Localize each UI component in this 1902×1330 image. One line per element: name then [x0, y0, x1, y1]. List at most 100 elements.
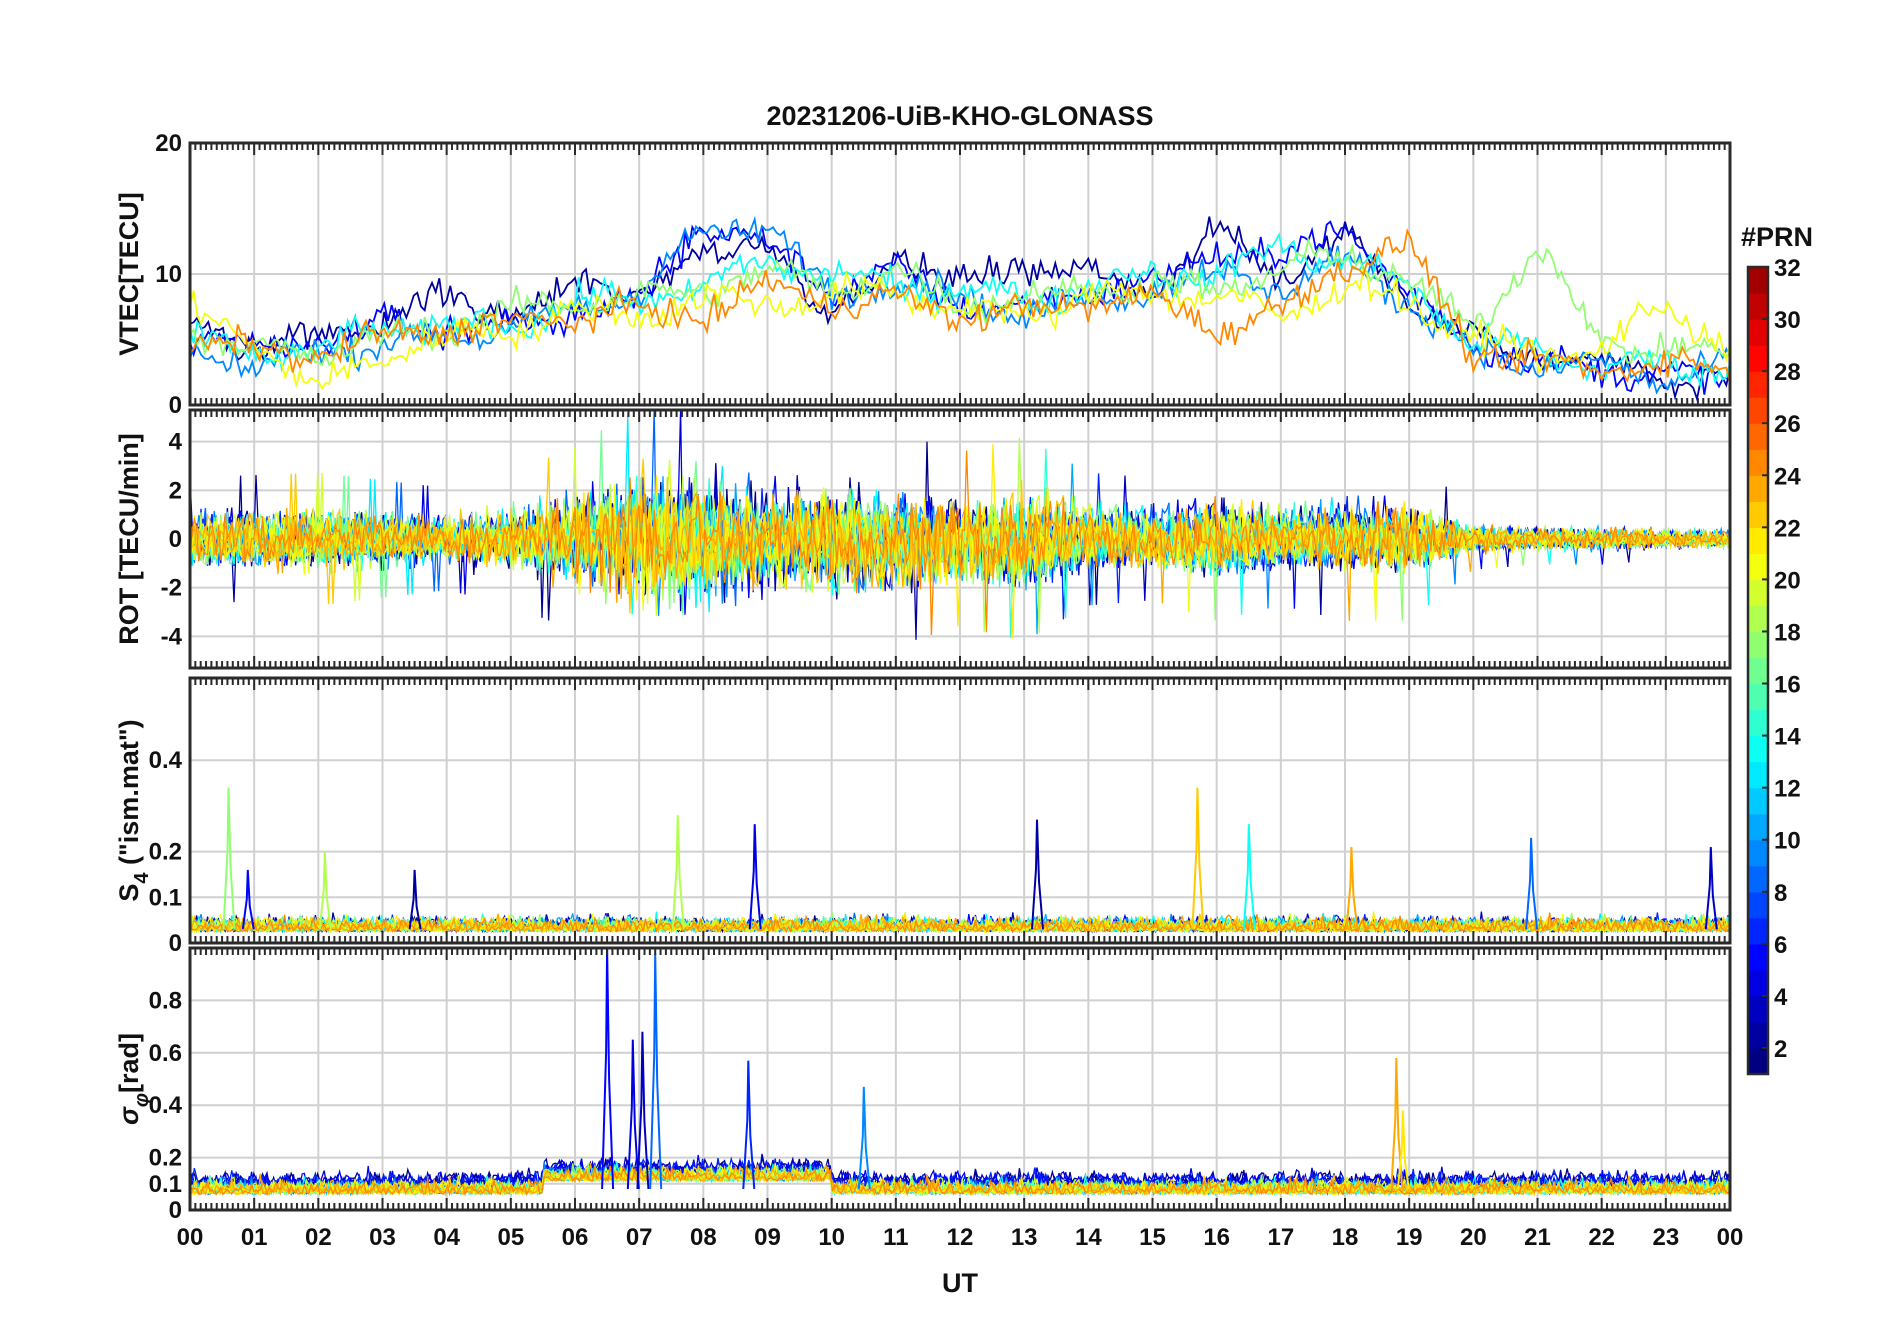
s4-spike [1031, 819, 1044, 930]
colorbar-segment [1748, 319, 1768, 346]
x-tick-label: 07 [626, 1224, 653, 1251]
x-tick-label: 17 [1267, 1224, 1294, 1251]
colorbar-tick-label: 30 [1774, 307, 1801, 334]
x-tick-labels: 00 01 02 03 04 05 06 07 08 09 10 11 12 13 14 15 16 17 18 19… [177, 1224, 1744, 1251]
colorbar-segment [1748, 839, 1768, 867]
x-tick-label: 02 [305, 1224, 332, 1251]
x-tick-label: 04 [433, 1224, 460, 1251]
y-tick-label: -2 [161, 575, 182, 602]
y-tick-label: 0 [169, 526, 182, 553]
x-tick-label: 05 [497, 1224, 524, 1251]
x-tick-label: 14 [1075, 1224, 1102, 1251]
colorbar-segment [1748, 553, 1768, 580]
x-tick-label: 20 [1460, 1224, 1487, 1251]
colorbar-segment [1748, 1047, 1768, 1075]
x-tick-label: 18 [1332, 1224, 1359, 1251]
y-tick-label: -4 [161, 623, 183, 650]
colorbar-tick-label: 8 [1774, 880, 1787, 907]
colorbar-segment [1748, 891, 1768, 919]
x-tick-label: 19 [1396, 1224, 1423, 1251]
colorbar-tick-label: 10 [1774, 828, 1801, 855]
s4-spike [671, 815, 685, 930]
colorbar-segment [1748, 501, 1768, 528]
colorbar-segment [1748, 943, 1768, 971]
colorbar-segment [1748, 709, 1768, 737]
y-tick-label: 4 [169, 429, 183, 456]
panel-rot: 4 2 0 -2 -4 ROT [TECU/min] [114, 408, 1732, 670]
colorbar-tick-label: 4 [1774, 984, 1788, 1011]
colorbar-tick-label: 26 [1774, 411, 1801, 438]
y-tick-label: 0 [169, 392, 182, 419]
colorbar-segment [1748, 787, 1768, 815]
x-tick-label: 11 [883, 1224, 908, 1251]
colorbar-segment [1748, 969, 1768, 997]
colorbar-segment [1748, 345, 1768, 372]
x-tick-label: 16 [1203, 1224, 1230, 1251]
colorbar-segment [1748, 683, 1768, 711]
x-tick-label: 21 [1524, 1224, 1551, 1251]
x-axis-label: UT [942, 1268, 978, 1298]
colorbar-segment [1748, 579, 1768, 607]
y-tick-label: 0.4 [149, 747, 183, 774]
s4-spike [318, 851, 332, 930]
y-tick-label: 0.1 [149, 1171, 182, 1198]
colorbar-segment [1748, 995, 1768, 1023]
colorbar-segment [1748, 475, 1768, 502]
y-tick-label: 10 [155, 261, 182, 288]
x-tick-label: 08 [690, 1224, 717, 1251]
s4-spike [1704, 847, 1718, 930]
colorbar-tick-label: 16 [1774, 672, 1801, 699]
colorbar-tick-label: 20 [1774, 567, 1801, 594]
colorbar-segment [1748, 293, 1768, 320]
x-tick-label: 09 [754, 1224, 781, 1251]
colorbar-segment [1748, 527, 1768, 554]
colorbar-segment [1748, 267, 1768, 294]
sigma_phi-spike [601, 948, 615, 1190]
x-tick-label: 15 [1139, 1224, 1166, 1251]
colorbar-segment [1748, 735, 1768, 763]
colorbar-tick-label: 12 [1774, 776, 1801, 803]
y-axis-label: VTEC[TECU] [114, 192, 144, 356]
y-axis-label: σφ[rad] [114, 1033, 153, 1125]
y-tick-label: 0.6 [149, 1040, 182, 1067]
colorbar-segment [1748, 397, 1768, 424]
colorbar-segment [1748, 917, 1768, 945]
s4-spike [241, 869, 255, 930]
y-tick-label: 0.2 [149, 839, 182, 866]
x-tick-label: 22 [1588, 1224, 1615, 1251]
colorbar-label: #PRN [1741, 222, 1813, 252]
y-axis-label: ROT [TECU/min] [114, 433, 144, 644]
chart-title: 20231206-UiB-KHO-GLONASS [766, 101, 1153, 131]
y-axis-label: S4 ("ism.mat") [114, 719, 153, 901]
colorbar-segment [1748, 371, 1768, 398]
y-tick-label: 0.1 [149, 884, 182, 911]
colorbar-segment [1748, 423, 1768, 450]
panel-vtec: 20 10 0 VTEC[TECU] [114, 130, 1732, 419]
colorbar-tick-label: 32 [1774, 255, 1801, 282]
x-tick-label: 23 [1652, 1224, 1679, 1251]
figure: 20231206-UiB-KHO-GLONASS 20100VTEC[TECU]… [114, 101, 1813, 1298]
colorbar-tick-label: 24 [1774, 463, 1801, 490]
colorbar-segment [1748, 1021, 1768, 1049]
colorbar-tick-label: 2 [1774, 1036, 1787, 1063]
panel-sigma_phi: 0.8 0.6 0.4 0.20.10 σφ[rad] [114, 946, 1732, 1224]
s4-spike [1345, 847, 1359, 930]
x-tick-label: 01 [241, 1224, 268, 1251]
colorbar-tick-label: 22 [1774, 515, 1801, 542]
x-tick-label: 03 [369, 1224, 396, 1251]
s4-spike [222, 787, 236, 930]
colorbar-segment [1748, 865, 1768, 893]
y-tick-label: 20 [155, 130, 182, 157]
y-tick-label: 0.8 [149, 987, 182, 1014]
s4-spike [1242, 824, 1256, 930]
x-tick-label: 12 [947, 1224, 974, 1251]
x-tick-label: 00 [177, 1224, 204, 1251]
colorbar-segment [1748, 605, 1768, 633]
x-tick-label: 13 [1011, 1224, 1038, 1251]
sigma_phi-spike [649, 953, 663, 1190]
colorbar-tick-label: 18 [1774, 619, 1801, 646]
colorbar-segment [1748, 631, 1768, 659]
colorbar-segment [1748, 813, 1768, 841]
colorbar-segment [1748, 657, 1768, 685]
y-tick-label: 0.2 [149, 1145, 182, 1172]
